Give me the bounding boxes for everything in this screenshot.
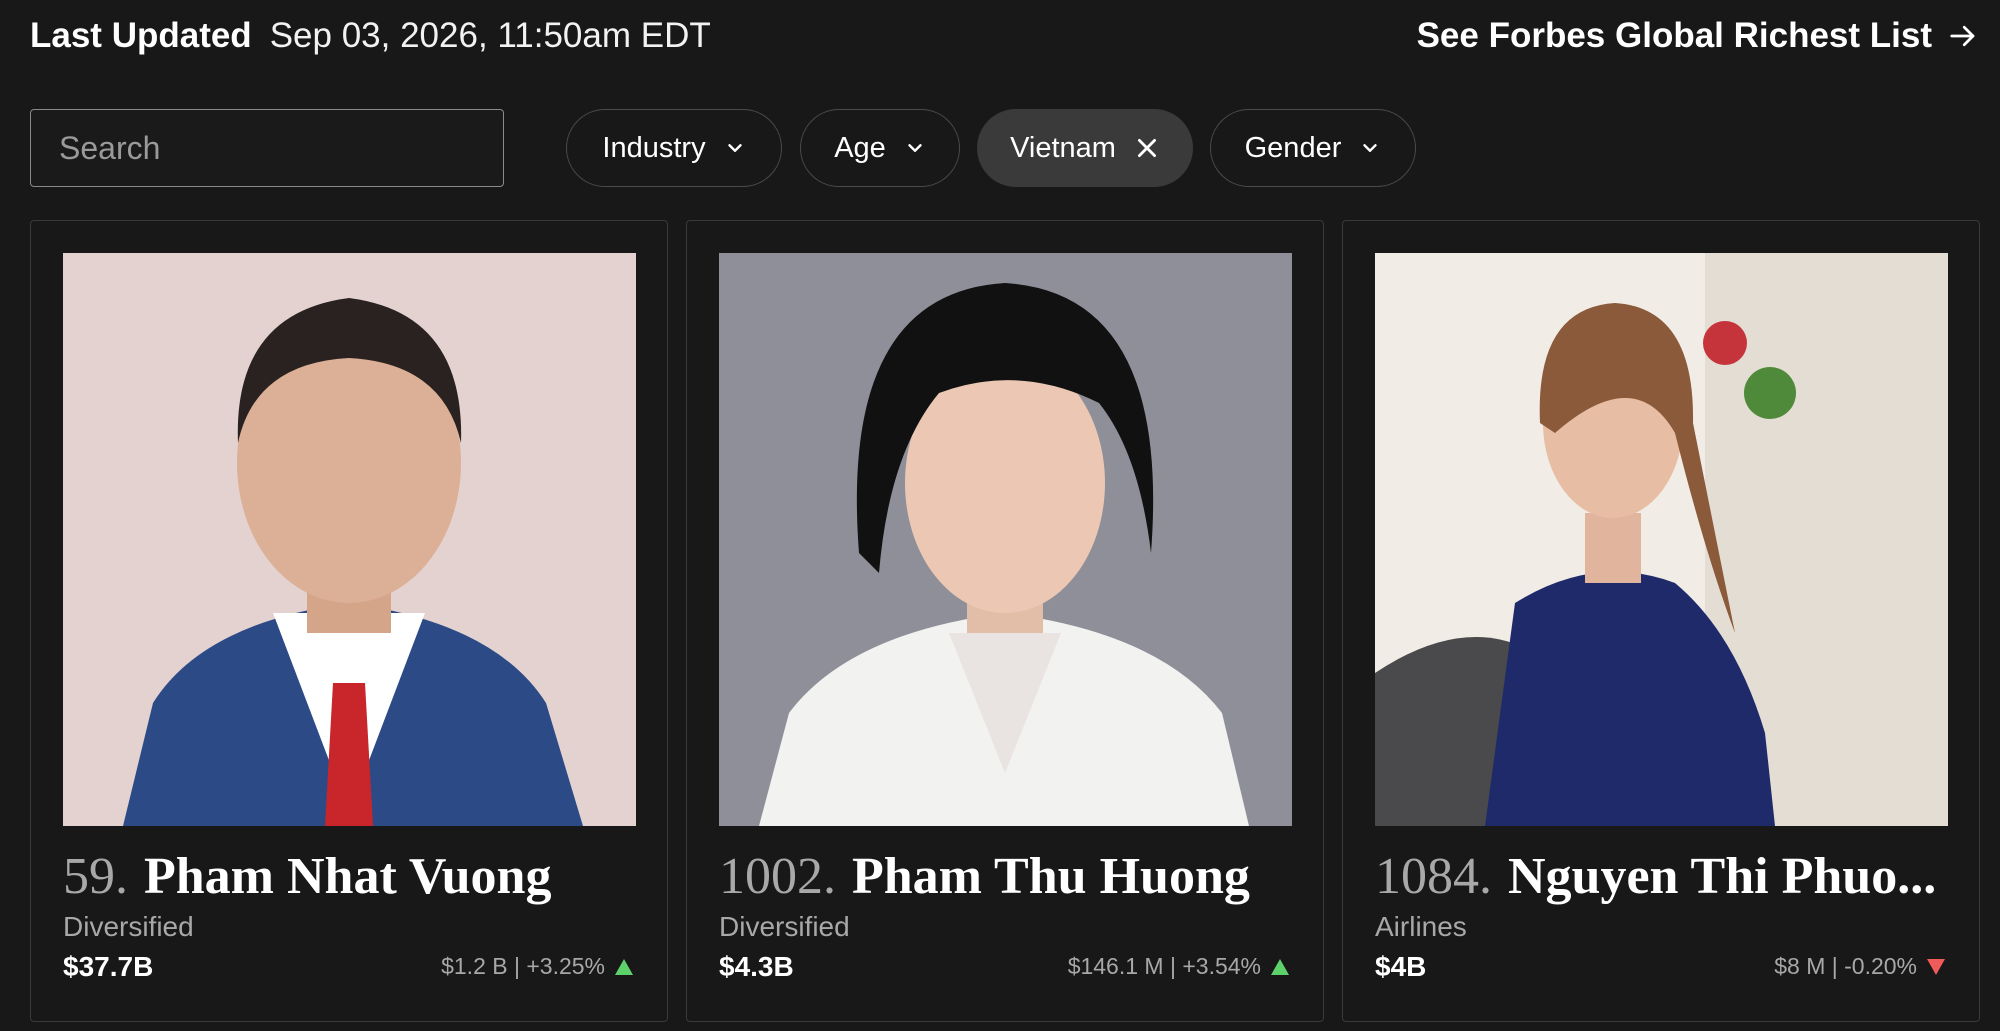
rank: 1002.: [719, 848, 836, 905]
card-title[interactable]: 59. Pham Nhat Vuong: [63, 839, 647, 915]
gender-filter-label: Gender: [1244, 131, 1342, 164]
arrow-right-icon: [1950, 25, 1975, 47]
industry-filter[interactable]: Industry: [566, 109, 782, 187]
card-title[interactable]: 1002. Pham Thu Huong: [719, 839, 1303, 915]
billionaire-name[interactable]: Pham Nhat Vuong: [144, 848, 551, 905]
global-richest-link-label: See Forbes Global Richest List: [1416, 16, 1932, 55]
profile-photo[interactable]: [1375, 253, 1948, 826]
card-title[interactable]: 1084. Nguyen Thi Phuo...: [1375, 839, 1959, 915]
up-arrow-icon: [1271, 958, 1289, 975]
profile-photo[interactable]: [63, 253, 636, 826]
country-filter-chip[interactable]: Vietnam: [977, 109, 1193, 187]
chevron-down-icon: [908, 144, 922, 152]
age-filter-label: Age: [834, 131, 886, 164]
daily-change: $1.2 B | +3.25%: [441, 953, 633, 980]
search-box[interactable]: [30, 109, 504, 187]
billionaire-name[interactable]: Pham Thu Huong: [852, 848, 1250, 905]
daily-change: $8 M | -0.20%: [1774, 953, 1945, 980]
industry: Diversified: [719, 911, 850, 942]
daily-change-value: $146.1 M | +3.54%: [1067, 953, 1261, 979]
net-worth: $4B: [1375, 951, 1427, 982]
search-input[interactable]: [59, 129, 479, 167]
last-updated-value: Sep 03, 2026, 11:50am EDT: [269, 16, 711, 55]
top-bar: Last Updated Sep 03, 2026, 11:50am EDT S…: [30, 14, 1978, 58]
daily-change-value: $8 M | -0.20%: [1774, 953, 1917, 979]
daily-change: $146.1 M | +3.54%: [1068, 953, 1289, 980]
country-filter-label: Vietnam: [1010, 131, 1116, 164]
billionaire-card[interactable]: 1084. Nguyen Thi Phuo... Airlines $4B $8 …: [1342, 220, 1980, 1022]
up-arrow-icon: [615, 958, 633, 975]
age-filter[interactable]: Age: [800, 109, 960, 187]
rank: 1084.: [1375, 848, 1492, 905]
industry-filter-label: Industry: [602, 131, 706, 164]
close-icon[interactable]: [1134, 135, 1160, 161]
billionaire-card[interactable]: 59. Pham Nhat Vuong Diversified $37.7B $1…: [30, 220, 668, 1022]
industry: Airlines: [1375, 911, 1467, 942]
daily-change-value: $1.2 B | +3.25%: [441, 953, 605, 979]
gender-filter[interactable]: Gender: [1210, 109, 1416, 187]
billionaire-name[interactable]: Nguyen Thi Phuo...: [1508, 848, 1936, 905]
billionaire-card[interactable]: 1002. Pham Thu Huong Diversified $4.3B $1…: [686, 220, 1324, 1022]
chevron-down-icon: [1363, 144, 1378, 152]
profile-photo[interactable]: [719, 253, 1292, 826]
industry: Diversified: [63, 911, 194, 942]
chevron-down-icon: [727, 144, 742, 152]
last-updated: Last Updated Sep 03, 2026, 11:50am EDT: [30, 16, 711, 56]
global-richest-link[interactable]: See Forbes Global Richest List: [1417, 16, 1978, 56]
net-worth: $37.7B: [63, 951, 154, 982]
rank: 59.: [63, 848, 128, 905]
net-worth: $4.3B: [719, 951, 794, 982]
last-updated-label: Last Updated: [30, 16, 252, 55]
down-arrow-icon: [1927, 958, 1945, 975]
